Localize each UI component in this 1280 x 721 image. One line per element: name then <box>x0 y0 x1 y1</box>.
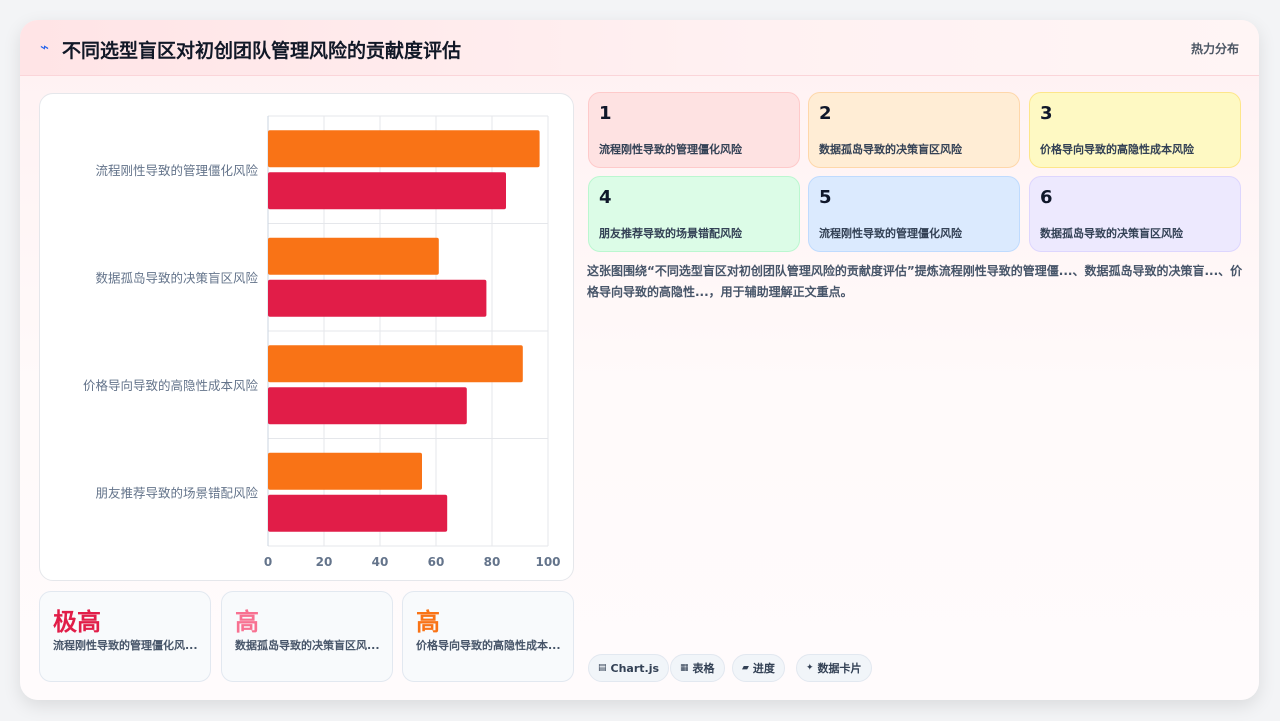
chip-chartjs[interactable]: ▤ Chart.js <box>588 654 670 682</box>
risk-tile-5[interactable]: 5 流程刚性导致的管理僵化风险 <box>808 176 1020 252</box>
x-tick-label: 60 <box>428 555 445 569</box>
risk-tile-4[interactable]: 4 朋友推荐导致的场景错配风险 <box>588 176 800 252</box>
progress-icon: ▰ <box>742 663 749 673</box>
table-icon: ▦ <box>680 663 689 673</box>
stat-desc: 价格导向导致的高隐性成本... <box>416 639 561 652</box>
header-bar: ⌁ 不同选型盲区对初创团队管理风险的贡献度评估 热力分布 <box>20 20 1259 76</box>
dashboard-card: ⌁ 不同选型盲区对初创团队管理风险的贡献度评估 热力分布 0 20 40 60 80 10… <box>20 20 1259 700</box>
chart-icon: ▤ <box>598 663 607 673</box>
risk-tile-3[interactable]: 3 价格导向导致的高隐性成本风险 <box>1029 92 1241 168</box>
tile-number: 6 <box>1040 187 1053 208</box>
bar <box>268 130 540 168</box>
chip-label: 表格 <box>692 662 715 675</box>
chip-label: 进度 <box>752 662 775 675</box>
tile-label: 价格导向导致的高隐性成本风险 <box>1040 143 1194 156</box>
stat-card-1[interactable]: 极高 流程刚性导致的管理僵化风... <box>39 591 211 682</box>
stat-desc: 数据孤岛导致的决策盲区风... <box>235 639 380 652</box>
chip-label: Chart.js <box>610 661 660 675</box>
tile-number: 4 <box>599 187 612 208</box>
tile-label: 数据孤岛导致的决策盲区风险 <box>1040 227 1183 240</box>
tile-label: 朋友推荐导致的场景错配风险 <box>599 227 742 240</box>
bar <box>268 494 448 532</box>
tile-number: 2 <box>819 103 832 124</box>
stat-card-2[interactable]: 高 数据孤岛导致的决策盲区风... <box>221 591 393 682</box>
y-tick-label: 流程刚性导致的管理僵化风险 <box>95 163 258 178</box>
risk-tile-6[interactable]: 6 数据孤岛导致的决策盲区风险 <box>1029 176 1241 252</box>
bar <box>268 279 487 317</box>
summary-text: 这张图围绕“不同选型盲区对初创团队管理风险的贡献度评估”提炼流程刚性导致的管理僵… <box>587 264 1243 299</box>
stat-level: 高 <box>235 608 259 636</box>
stat-card-3[interactable]: 高 价格导向导致的高隐性成本... <box>402 591 574 682</box>
x-tick-label: 100 <box>535 555 560 569</box>
tile-number: 5 <box>819 187 832 208</box>
tile-number: 3 <box>1040 103 1053 124</box>
x-tick-label: 40 <box>372 555 389 569</box>
x-tick-label: 0 <box>264 555 272 569</box>
x-tick-label: 20 <box>316 555 333 569</box>
chip-label: 数据卡片 <box>817 662 862 675</box>
chip-data-cards[interactable]: ✦ 数据卡片 <box>796 654 872 682</box>
y-tick-label: 数据孤岛导致的决策盲区风险 <box>95 270 258 285</box>
tile-number: 1 <box>599 103 612 124</box>
stat-desc: 流程刚性导致的管理僵化风... <box>53 639 198 652</box>
sparkle-icon: ✦ <box>806 663 814 673</box>
stat-level: 极高 <box>53 608 101 636</box>
bar <box>268 387 467 425</box>
lightning-icon: ⌁ <box>40 38 50 56</box>
chip-table[interactable]: ▦ 表格 <box>670 654 725 682</box>
page-title: 不同选型盲区对初创团队管理风险的贡献度评估 <box>62 40 462 62</box>
bar <box>268 237 439 275</box>
bar <box>268 452 422 490</box>
bar-chart: 0 20 40 60 80 100 流程刚性导致的管理僵化风险数据孤岛导致的决策盲区风险价格… <box>83 115 561 569</box>
risk-tile-2[interactable]: 2 数据孤岛导致的决策盲区风险 <box>808 92 1020 168</box>
bar <box>268 172 506 210</box>
y-tick-label: 价格导向导致的高隐性成本风险 <box>83 378 259 393</box>
stat-level: 高 <box>416 608 440 636</box>
risk-tile-1[interactable]: 1 流程刚性导致的管理僵化风险 <box>588 92 800 168</box>
tile-label: 流程刚性导致的管理僵化风险 <box>819 227 962 240</box>
y-tick-label: 朋友推荐导致的场景错配风险 <box>95 485 258 500</box>
heatmap-tag[interactable]: 热力分布 <box>1191 40 1239 57</box>
chip-progress[interactable]: ▰ 进度 <box>732 654 785 682</box>
tile-label: 数据孤岛导致的决策盲区风险 <box>819 143 962 156</box>
bar <box>268 345 523 383</box>
tile-label: 流程刚性导致的管理僵化风险 <box>599 143 742 156</box>
bar-chart-panel: 0 20 40 60 80 100 流程刚性导致的管理僵化风险 数据孤岛导致的决策盲区风险价格… <box>39 93 574 581</box>
x-tick-label: 80 <box>484 555 501 569</box>
